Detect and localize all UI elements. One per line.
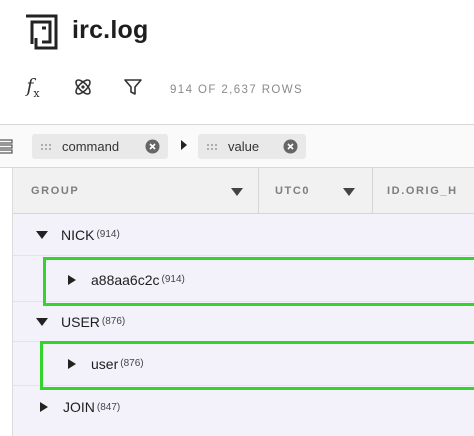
group-row-join[interactable]: JOIN (847) (13, 386, 474, 428)
group-count: (914) (161, 274, 185, 285)
group-chip-command[interactable]: command (32, 134, 168, 159)
chip-label: command (62, 139, 120, 154)
group-list-icon[interactable] (0, 138, 16, 154)
group-row-user[interactable]: USER (876) (13, 302, 474, 342)
group-count: (876) (120, 358, 144, 369)
group-by-bar: command value (0, 124, 474, 168)
remove-chip-icon[interactable] (145, 139, 160, 154)
group-row-user-value[interactable]: user (876) (13, 342, 474, 386)
group-chip-value[interactable]: value (198, 134, 306, 159)
grid-header: GROUP UTC0 ID.ORIG_H (13, 168, 474, 214)
group-row-nick[interactable]: NICK (914) (13, 214, 474, 256)
caret-right-icon (181, 140, 187, 150)
rows-count: 914 OF 2,637 ROWS (170, 84, 304, 96)
page-header: irc.log fx 914 OF 2,637 ROWS (0, 0, 474, 124)
formula-icon: fx (26, 74, 40, 100)
group-label: USER (61, 313, 100, 330)
app-logo-icon (26, 14, 58, 50)
caret-right-icon[interactable] (65, 274, 79, 286)
atom-icon (75, 79, 91, 95)
chip-label: value (228, 139, 260, 154)
chevron-down-icon[interactable] (342, 187, 356, 197)
filter-icon (124, 79, 142, 95)
page-title: irc.log (72, 16, 149, 44)
caret-down-icon[interactable] (35, 316, 49, 328)
group-label: NICK (61, 226, 95, 243)
group-row-a88aa6c2c[interactable]: a88aa6c2c (914) (13, 258, 474, 302)
column-header-id-orig-h[interactable]: ID.ORIG_H (373, 168, 474, 214)
filter-button[interactable] (120, 74, 146, 100)
group-label: JOIN (63, 399, 95, 415)
remove-chip-icon[interactable] (283, 139, 298, 154)
group-count: (914) (96, 229, 120, 240)
group-count: (876) (101, 316, 126, 327)
formula-button[interactable]: fx (20, 74, 46, 100)
caret-down-icon[interactable] (35, 229, 49, 241)
group-label: user (91, 355, 119, 372)
caret-right-icon[interactable] (37, 401, 51, 413)
caret-right-icon[interactable] (65, 358, 79, 370)
data-grid: GROUP UTC0 ID.ORIG_H NICK (914) a88aa6c2… (12, 168, 474, 436)
drag-handle-icon[interactable] (206, 143, 218, 151)
drag-handle-icon[interactable] (40, 143, 52, 151)
group-label: a88aa6c2c (91, 271, 160, 288)
chevron-down-icon[interactable] (230, 187, 244, 197)
enrich-button[interactable] (70, 74, 96, 100)
column-header-group[interactable]: GROUP (13, 168, 259, 214)
group-count: (847) (96, 401, 121, 413)
